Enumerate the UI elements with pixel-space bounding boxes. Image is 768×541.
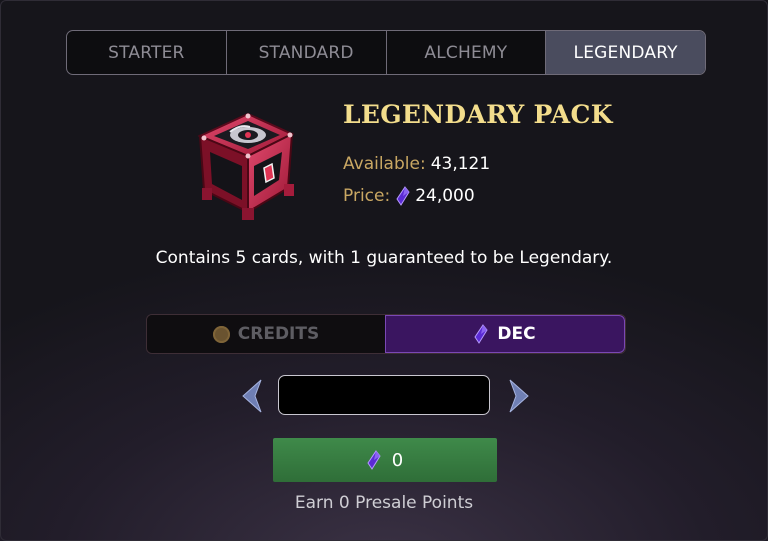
dec-option-button[interactable]: DEC: [385, 315, 625, 353]
quantity-input[interactable]: [278, 375, 490, 415]
currency-toggle: CREDITS DEC: [146, 314, 626, 354]
credits-option-label: CREDITS: [237, 324, 320, 344]
credits-coin-icon: [212, 325, 230, 343]
pack-description: Contains 5 cards, with 1 guaranteed to b…: [155, 248, 613, 268]
tab-starter[interactable]: STARTER: [67, 31, 227, 74]
pack-title: LEGENDARY PACK: [343, 100, 613, 129]
increase-arrow-icon[interactable]: [506, 378, 532, 414]
available-row: Available: 43,121: [343, 154, 490, 174]
tab-legendary[interactable]: LEGENDARY: [546, 31, 705, 74]
tab-alchemy[interactable]: ALCHEMY: [387, 31, 547, 74]
price-row: Price: 24,000: [343, 186, 475, 206]
dec-gem-icon: [396, 186, 410, 206]
price-value: 24,000: [415, 186, 475, 206]
dec-gem-icon: [367, 450, 381, 470]
credits-option-button[interactable]: CREDITS: [147, 315, 385, 353]
dec-gem-icon: [474, 324, 489, 344]
buy-amount: 0: [391, 449, 404, 471]
decrease-arrow-icon[interactable]: [239, 378, 265, 414]
presale-points-text: Earn 0 Presale Points: [294, 493, 474, 513]
available-label: Available:: [343, 154, 426, 174]
legendary-chest-icon: [197, 112, 295, 220]
price-label: Price:: [343, 186, 391, 206]
available-value: 43,121: [430, 154, 491, 174]
tab-standard[interactable]: STANDARD: [227, 31, 387, 74]
dec-option-label: DEC: [497, 324, 536, 344]
pack-tabs: STARTER STANDARD ALCHEMY LEGENDARY: [66, 30, 706, 75]
buy-button[interactable]: 0: [273, 438, 497, 482]
